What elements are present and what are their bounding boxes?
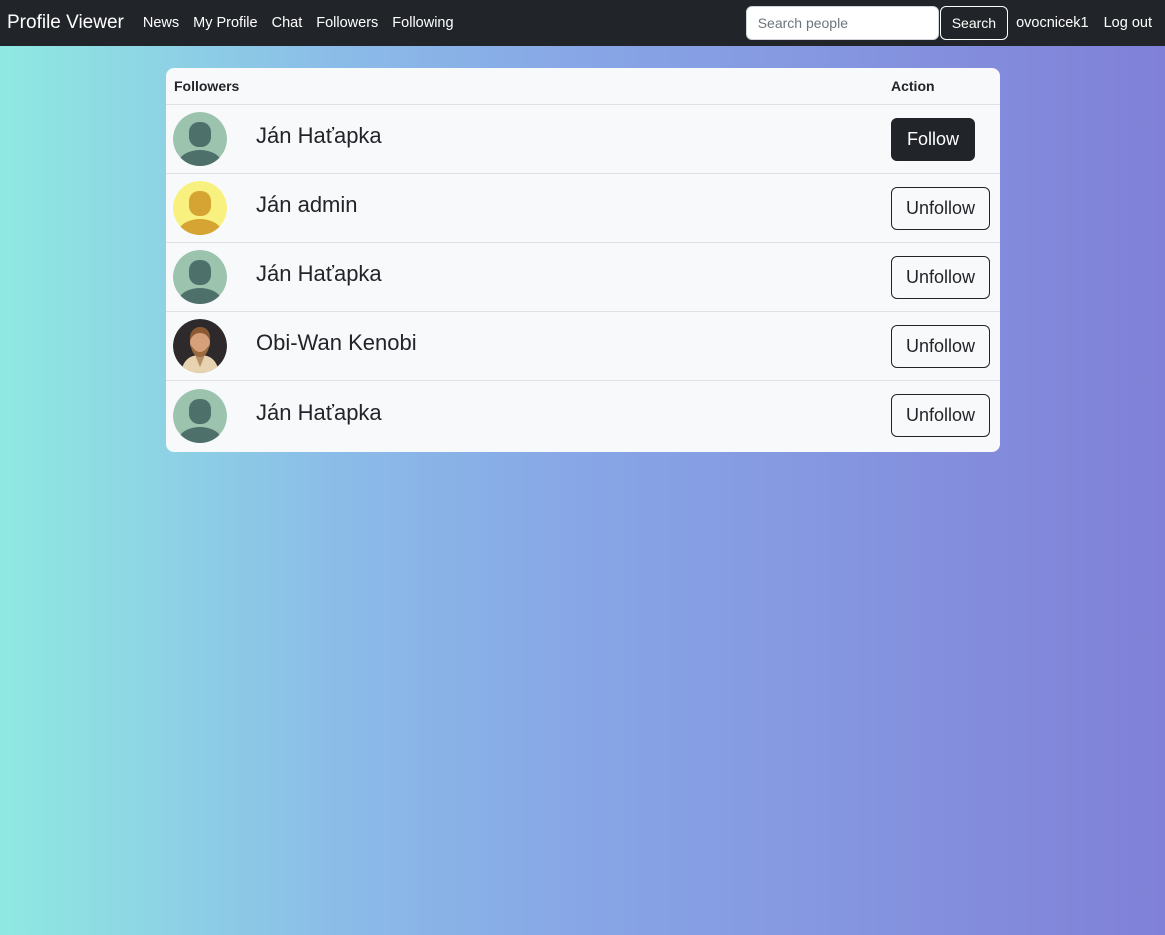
search-button[interactable]: Search: [939, 6, 1009, 40]
action-cell: Unfollow: [891, 255, 1000, 299]
action-cell: Unfollow: [891, 324, 1000, 368]
unfollow-button[interactable]: Unfollow: [891, 324, 991, 368]
default-green-avatar[interactable]: [173, 112, 227, 166]
default-green-avatar[interactable]: [173, 250, 227, 304]
table-row: Ján Haťapka Follow: [166, 105, 1000, 174]
nav-link-following[interactable]: Following: [392, 15, 453, 31]
table-row: Obi-Wan Kenobi Unfollow: [166, 312, 1000, 381]
table-row: Ján Haťapka Unfollow: [166, 243, 1000, 312]
action-cell: Unfollow: [891, 394, 1000, 437]
brand-link[interactable]: Profile Viewer: [7, 12, 124, 34]
follower-name[interactable]: Ján Haťapka: [256, 123, 891, 149]
follower-name[interactable]: Obi-Wan Kenobi: [256, 330, 891, 356]
follower-name[interactable]: Ján admin: [256, 192, 891, 218]
unfollow-button[interactable]: Unfollow: [891, 255, 991, 299]
followers-column-header: Followers: [174, 78, 240, 94]
username-link[interactable]: ovocnicek1: [1016, 15, 1089, 31]
nav-link-news[interactable]: News: [143, 15, 179, 31]
unfollow-button[interactable]: Unfollow: [891, 186, 991, 230]
unfollow-button[interactable]: Unfollow: [891, 394, 991, 437]
default-green-avatar[interactable]: [173, 388, 227, 443]
table-row: Ján admin Unfollow: [166, 174, 1000, 243]
nav-link-followers[interactable]: Followers: [316, 15, 378, 31]
action-cell: Unfollow: [891, 186, 1000, 230]
search-input[interactable]: [745, 6, 939, 40]
photo-avatar[interactable]: [173, 319, 227, 373]
follower-name[interactable]: Ján Haťapka: [256, 261, 891, 287]
nav-link-my-profile[interactable]: My Profile: [193, 15, 257, 31]
nav-link-chat[interactable]: Chat: [272, 15, 303, 31]
followers-table: Followers Action Ján Haťapka Follow Ján …: [166, 68, 1000, 452]
navbar: Profile Viewer News My Profile Chat Foll…: [0, 0, 1165, 46]
action-column-header: Action: [891, 78, 935, 94]
logout-link[interactable]: Log out: [1104, 15, 1152, 31]
action-cell: Follow: [891, 117, 1000, 161]
follow-button[interactable]: Follow: [891, 117, 976, 161]
default-yellow-avatar[interactable]: [173, 181, 227, 235]
nav-right-group: Search ovocnicek1 Log out: [745, 0, 1165, 46]
follower-name[interactable]: Ján Haťapka: [256, 400, 891, 426]
table-header: Followers Action: [166, 68, 1000, 105]
table-row: Ján Haťapka Unfollow: [166, 381, 1000, 450]
